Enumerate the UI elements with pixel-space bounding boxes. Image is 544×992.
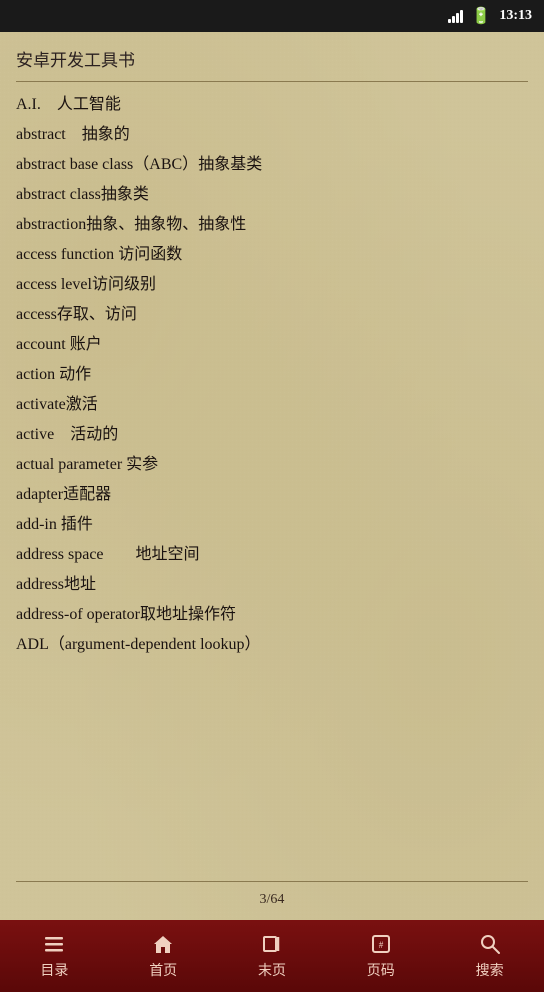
glossary-zh: 抽象类 [101,186,149,203]
glossary-item: action 动作 [16,360,528,390]
glossary-zh: 存取、访问 [57,306,137,323]
glossary-zh: 账户 [66,336,102,353]
search-icon [478,932,502,956]
glossary-item: abstraction抽象、抽象物、抽象性 [16,210,528,240]
glossary-en: abstract class [16,186,101,203]
glossary-item: active 活动的 [16,420,528,450]
menu-icon [42,932,66,956]
glossary-en: address space [16,546,104,563]
glossary-en: access level [16,276,92,293]
nav-bar: 目录 首页 末页 # 页码 [0,920,544,992]
glossary-zh: 抽象基类 [198,156,262,173]
glossary-en: account [16,336,66,353]
page-number: 3/64 [260,892,285,907]
nav-item-end[interactable]: 末页 [218,920,327,992]
glossary-en: action [16,366,55,383]
glossary-zh: 插件 [57,516,93,533]
glossary-item: abstract base class（ABC）抽象基类 [16,150,528,180]
end-icon [260,932,284,956]
glossary-zh: 活动的 [54,426,118,443]
glossary-item: address地址 [16,570,528,600]
book-title: 安卓开发工具书 [16,32,528,81]
glossary-en: active [16,426,54,443]
glossary-item: address-of operator取地址操作符 [16,600,528,630]
glossary-item: abstract 抽象的 [16,120,528,150]
glossary-item: add-in 插件 [16,510,528,540]
glossary-item: actual parameter 实参 [16,450,528,480]
glossary-en: activate [16,396,66,413]
glossary-item: account 账户 [16,330,528,360]
glossary-en: A.I. [16,96,41,113]
nav-item-page[interactable]: # 页码 [326,920,435,992]
home-icon [151,932,175,956]
battery-icon: 🔋 [471,6,491,26]
glossary-en: abstract base class（ABC） [16,156,198,173]
glossary-en: ADL（argument-dependent lookup） [16,636,261,653]
glossary-item: activate激活 [16,390,528,420]
nav-label-page: 页码 [367,960,395,980]
glossary-item: A.I. 人工智能 [16,90,528,120]
glossary-zh: 抽象、抽象物、抽象性 [86,216,246,233]
nav-label-toc: 目录 [40,960,68,980]
glossary-en: address [16,576,64,593]
glossary-zh: 地址 [64,576,96,593]
glossary-zh: 访问级别 [92,276,156,293]
glossary-item: adapter适配器 [16,480,528,510]
svg-text:#: # [379,940,384,950]
signal-icon [448,9,463,23]
glossary-item: abstract class抽象类 [16,180,528,210]
glossary-item: access存取、访问 [16,300,528,330]
glossary-item: ADL（argument-dependent lookup） [16,630,528,660]
glossary-zh: 实参 [122,456,158,473]
glossary-zh: 地址空间 [104,546,200,563]
title-divider [16,81,528,82]
glossary-item: address space 地址空间 [16,540,528,570]
page-footer: 3/64 [16,871,528,920]
glossary-zh: 访问函数 [114,246,182,263]
glossary-zh: 适配器 [63,486,111,503]
glossary-zh: 激活 [66,396,98,413]
page-icon: # [369,932,393,956]
glossary-zh: 抽象的 [66,126,130,143]
glossary-zh: 动作 [55,366,91,383]
main-content: 安卓开发工具书 A.I. 人工智能abstract 抽象的abstract ba… [0,32,544,920]
nav-item-toc[interactable]: 目录 [0,920,109,992]
glossary-zh: 人工智能 [41,96,121,113]
nav-item-search[interactable]: 搜索 [435,920,544,992]
glossary-list: A.I. 人工智能abstract 抽象的abstract base class… [16,90,528,871]
glossary-en: add-in [16,516,57,533]
glossary-en: access [16,306,57,323]
glossary-en: access function [16,246,114,263]
glossary-en: actual parameter [16,456,122,473]
nav-label-home: 首页 [149,960,177,980]
status-time: 13:13 [499,8,532,24]
glossary-en: address-of operator [16,606,140,623]
glossary-en: abstract [16,126,66,143]
glossary-zh: 取地址操作符 [140,606,236,623]
footer-divider [16,881,528,882]
nav-item-home[interactable]: 首页 [109,920,218,992]
glossary-item: access function 访问函数 [16,240,528,270]
glossary-en: abstraction [16,216,86,233]
nav-label-search: 搜索 [476,960,504,980]
status-bar: 🔋 13:13 [0,0,544,32]
glossary-en: adapter [16,486,63,503]
nav-label-end: 末页 [258,960,286,980]
glossary-item: access level访问级别 [16,270,528,300]
